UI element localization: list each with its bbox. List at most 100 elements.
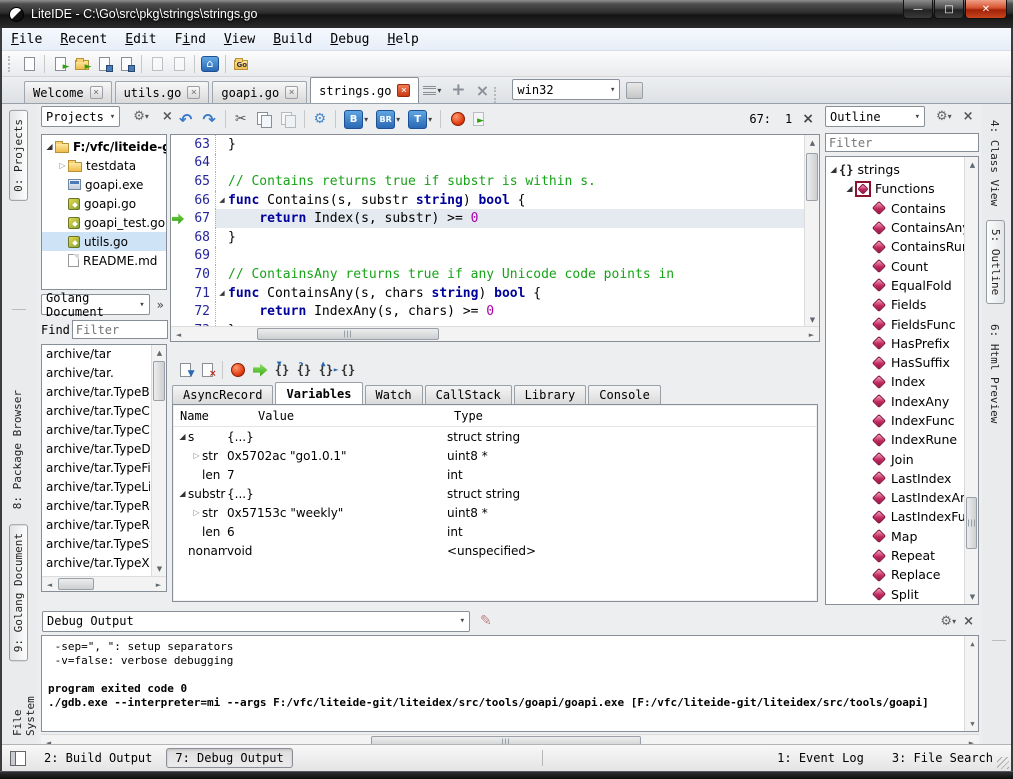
toggle-panels-icon[interactable] bbox=[10, 751, 26, 766]
tab-Welcome[interactable]: Welcome× bbox=[24, 81, 112, 103]
outline-item[interactable]: Replace bbox=[826, 565, 978, 584]
dock-tab-5-outline[interactable]: 5: Outline bbox=[986, 220, 1005, 304]
menu-item-build[interactable]: Build bbox=[264, 30, 321, 49]
fold-marker-icon[interactable]: ◢ bbox=[215, 191, 228, 210]
variable-row[interactable]: ◢substr{...}struct string bbox=[173, 484, 817, 503]
code-editor[interactable]: 63}6465// Contains returns true if subst… bbox=[170, 134, 820, 342]
outline-item[interactable]: Join bbox=[826, 449, 978, 468]
scroll-left-arrow[interactable]: ◄ bbox=[42, 577, 57, 592]
scroll-down-arrow[interactable]: ▼ bbox=[965, 716, 979, 731]
tree-item[interactable]: goapi_test.go bbox=[42, 213, 166, 232]
list-item[interactable]: archive/tar.TypeDir bbox=[42, 440, 150, 459]
line-number[interactable]: 68 bbox=[185, 230, 215, 245]
open-file-button[interactable]: ► bbox=[49, 53, 71, 75]
document-filter-input[interactable] bbox=[72, 320, 168, 339]
breakpoint-clear-button[interactable]: × bbox=[196, 359, 218, 381]
outline-item[interactable]: LastIndex bbox=[826, 469, 978, 488]
outline-item[interactable]: LastIndexAny bbox=[826, 488, 978, 507]
doclist-hscroll-thumb[interactable] bbox=[58, 578, 94, 590]
statusbar-7-debug-output[interactable]: 7: Debug Output bbox=[166, 748, 292, 768]
projects-menu-button[interactable]: ⚙ ▾ bbox=[130, 109, 152, 124]
menu-item-recent[interactable]: Recent bbox=[51, 30, 116, 49]
variable-row[interactable]: ◢s{...}struct string bbox=[173, 427, 817, 446]
save-all-button[interactable] bbox=[115, 53, 137, 75]
cut-button[interactable]: ✂ bbox=[230, 111, 252, 127]
scroll-down-arrow[interactable]: ▼ bbox=[965, 589, 979, 604]
outline-item[interactable]: IndexFunc bbox=[826, 411, 978, 430]
tab-close-icon[interactable]: × bbox=[90, 86, 103, 99]
tree-expander-icon[interactable]: ▷ bbox=[191, 451, 202, 460]
outline-item[interactable]: Index bbox=[826, 372, 978, 391]
tab-console[interactable]: Console bbox=[588, 385, 661, 404]
list-item[interactable]: archive/tar.TypeSymlink bbox=[42, 535, 150, 554]
new-tab-button[interactable]: + bbox=[446, 79, 470, 101]
tree-item[interactable]: utils.go bbox=[42, 232, 166, 251]
tree-expander-icon[interactable]: ◢ bbox=[844, 184, 855, 193]
scroll-up-arrow[interactable]: ▲ bbox=[965, 636, 979, 651]
save-file-button[interactable] bbox=[93, 53, 115, 75]
variable-row[interactable]: ▷str0x57153c "weekly"uint8 * bbox=[173, 503, 817, 522]
title-bar[interactable]: LiteIDE - C:\Go\src\pkg\strings\strings.… bbox=[0, 0, 1013, 28]
tree-item[interactable]: README.md bbox=[42, 251, 166, 270]
step-over-button[interactable]: {}↷ bbox=[293, 359, 315, 381]
list-item[interactable]: archive/tar.TypeChar bbox=[42, 402, 150, 421]
outline-item[interactable]: FieldsFunc bbox=[826, 314, 978, 333]
list-item[interactable]: archive/tar.TypeRegA bbox=[42, 516, 150, 535]
variable-row[interactable]: len6int bbox=[173, 522, 817, 541]
outline-item[interactable]: HasPrefix bbox=[826, 334, 978, 353]
build-dropdown[interactable]: ▾ bbox=[363, 115, 372, 124]
menu-item-file[interactable]: File bbox=[2, 30, 51, 49]
variable-row[interactable]: len7int bbox=[173, 465, 817, 484]
step-into-button[interactable]: {}▼ bbox=[271, 359, 293, 381]
scroll-up-arrow[interactable]: ▲ bbox=[805, 135, 820, 150]
statusbar-1-event-log[interactable]: 1: Event Log bbox=[777, 751, 864, 765]
doclist-vscroll-thumb[interactable] bbox=[153, 361, 165, 401]
home-button[interactable]: ⌂ bbox=[199, 53, 221, 75]
menu-item-edit[interactable]: Edit bbox=[116, 30, 165, 49]
continue-button[interactable] bbox=[249, 359, 271, 381]
scroll-down-arrow[interactable]: ▼ bbox=[805, 312, 820, 327]
outline-item[interactable]: ContainsAny bbox=[826, 218, 978, 237]
tab-callstack[interactable]: CallStack bbox=[425, 385, 512, 404]
document-view-combo[interactable]: Golang Document ▾ bbox=[41, 294, 150, 315]
tree-expander-icon[interactable]: ◢ bbox=[177, 432, 188, 441]
outline-item[interactable]: Count bbox=[826, 256, 978, 275]
close-window-button[interactable]: ✕ bbox=[965, 0, 1007, 19]
variable-row[interactable]: ▷str0x5702ac "go1.0.1"uint8 * bbox=[173, 446, 817, 465]
line-number[interactable]: 69 bbox=[185, 248, 215, 263]
editor-hscroll-thumb[interactable] bbox=[257, 328, 439, 340]
scroll-left-arrow[interactable]: ◄ bbox=[171, 327, 186, 342]
test-button[interactable]: T bbox=[408, 110, 427, 129]
dock-tab-4-class-view[interactable]: 4: Class View bbox=[986, 112, 1003, 214]
outline-item[interactable]: ◢Functions bbox=[826, 179, 978, 198]
outline-item[interactable]: EqualFold bbox=[826, 276, 978, 295]
tree-expander-icon[interactable]: ◢ bbox=[44, 142, 55, 151]
outline-item[interactable]: IndexRune bbox=[826, 430, 978, 449]
reload-file-button[interactable] bbox=[146, 53, 168, 75]
outline-item[interactable]: HasSuffix bbox=[826, 353, 978, 372]
maximize-button[interactable]: □ bbox=[934, 0, 964, 19]
outline-menu-button[interactable]: ⚙ ▾ bbox=[933, 109, 955, 124]
list-item[interactable]: archive/tar. bbox=[42, 364, 150, 383]
tab-close-icon[interactable]: × bbox=[397, 84, 410, 97]
outline-item[interactable]: Fields bbox=[826, 295, 978, 314]
new-file-button[interactable] bbox=[18, 53, 40, 75]
menu-item-debug[interactable]: Debug bbox=[321, 30, 378, 49]
list-item[interactable]: archive/tar bbox=[42, 345, 150, 364]
scroll-right-arrow[interactable]: ► bbox=[804, 327, 819, 342]
tab-close-icon[interactable]: × bbox=[285, 86, 298, 99]
godoc-button[interactable]: Go bbox=[230, 53, 252, 75]
output-menu-button[interactable]: ⚙ ▾ bbox=[937, 614, 959, 629]
tree-item[interactable]: ◢F:/vfc/liteide-git bbox=[42, 137, 166, 156]
line-number[interactable]: 63 bbox=[185, 137, 215, 152]
tab-watch[interactable]: Watch bbox=[365, 385, 423, 404]
list-item[interactable]: archive/tar.TypeXGlobalHeader bbox=[42, 554, 150, 573]
dock-tab-0-projects[interactable]: 0: Projects bbox=[9, 110, 28, 201]
test-dropdown[interactable]: ▾ bbox=[427, 115, 436, 124]
editor-close-button[interactable]: × bbox=[800, 111, 822, 127]
paste-button[interactable] bbox=[281, 112, 295, 126]
outline-filter-input[interactable] bbox=[825, 133, 979, 152]
list-item[interactable]: archive/tar.TypeBlock bbox=[42, 383, 150, 402]
build-run-button[interactable]: BR bbox=[376, 110, 395, 129]
dock-tab-8-package-browser[interactable]: 8: Package Browser bbox=[9, 382, 26, 517]
